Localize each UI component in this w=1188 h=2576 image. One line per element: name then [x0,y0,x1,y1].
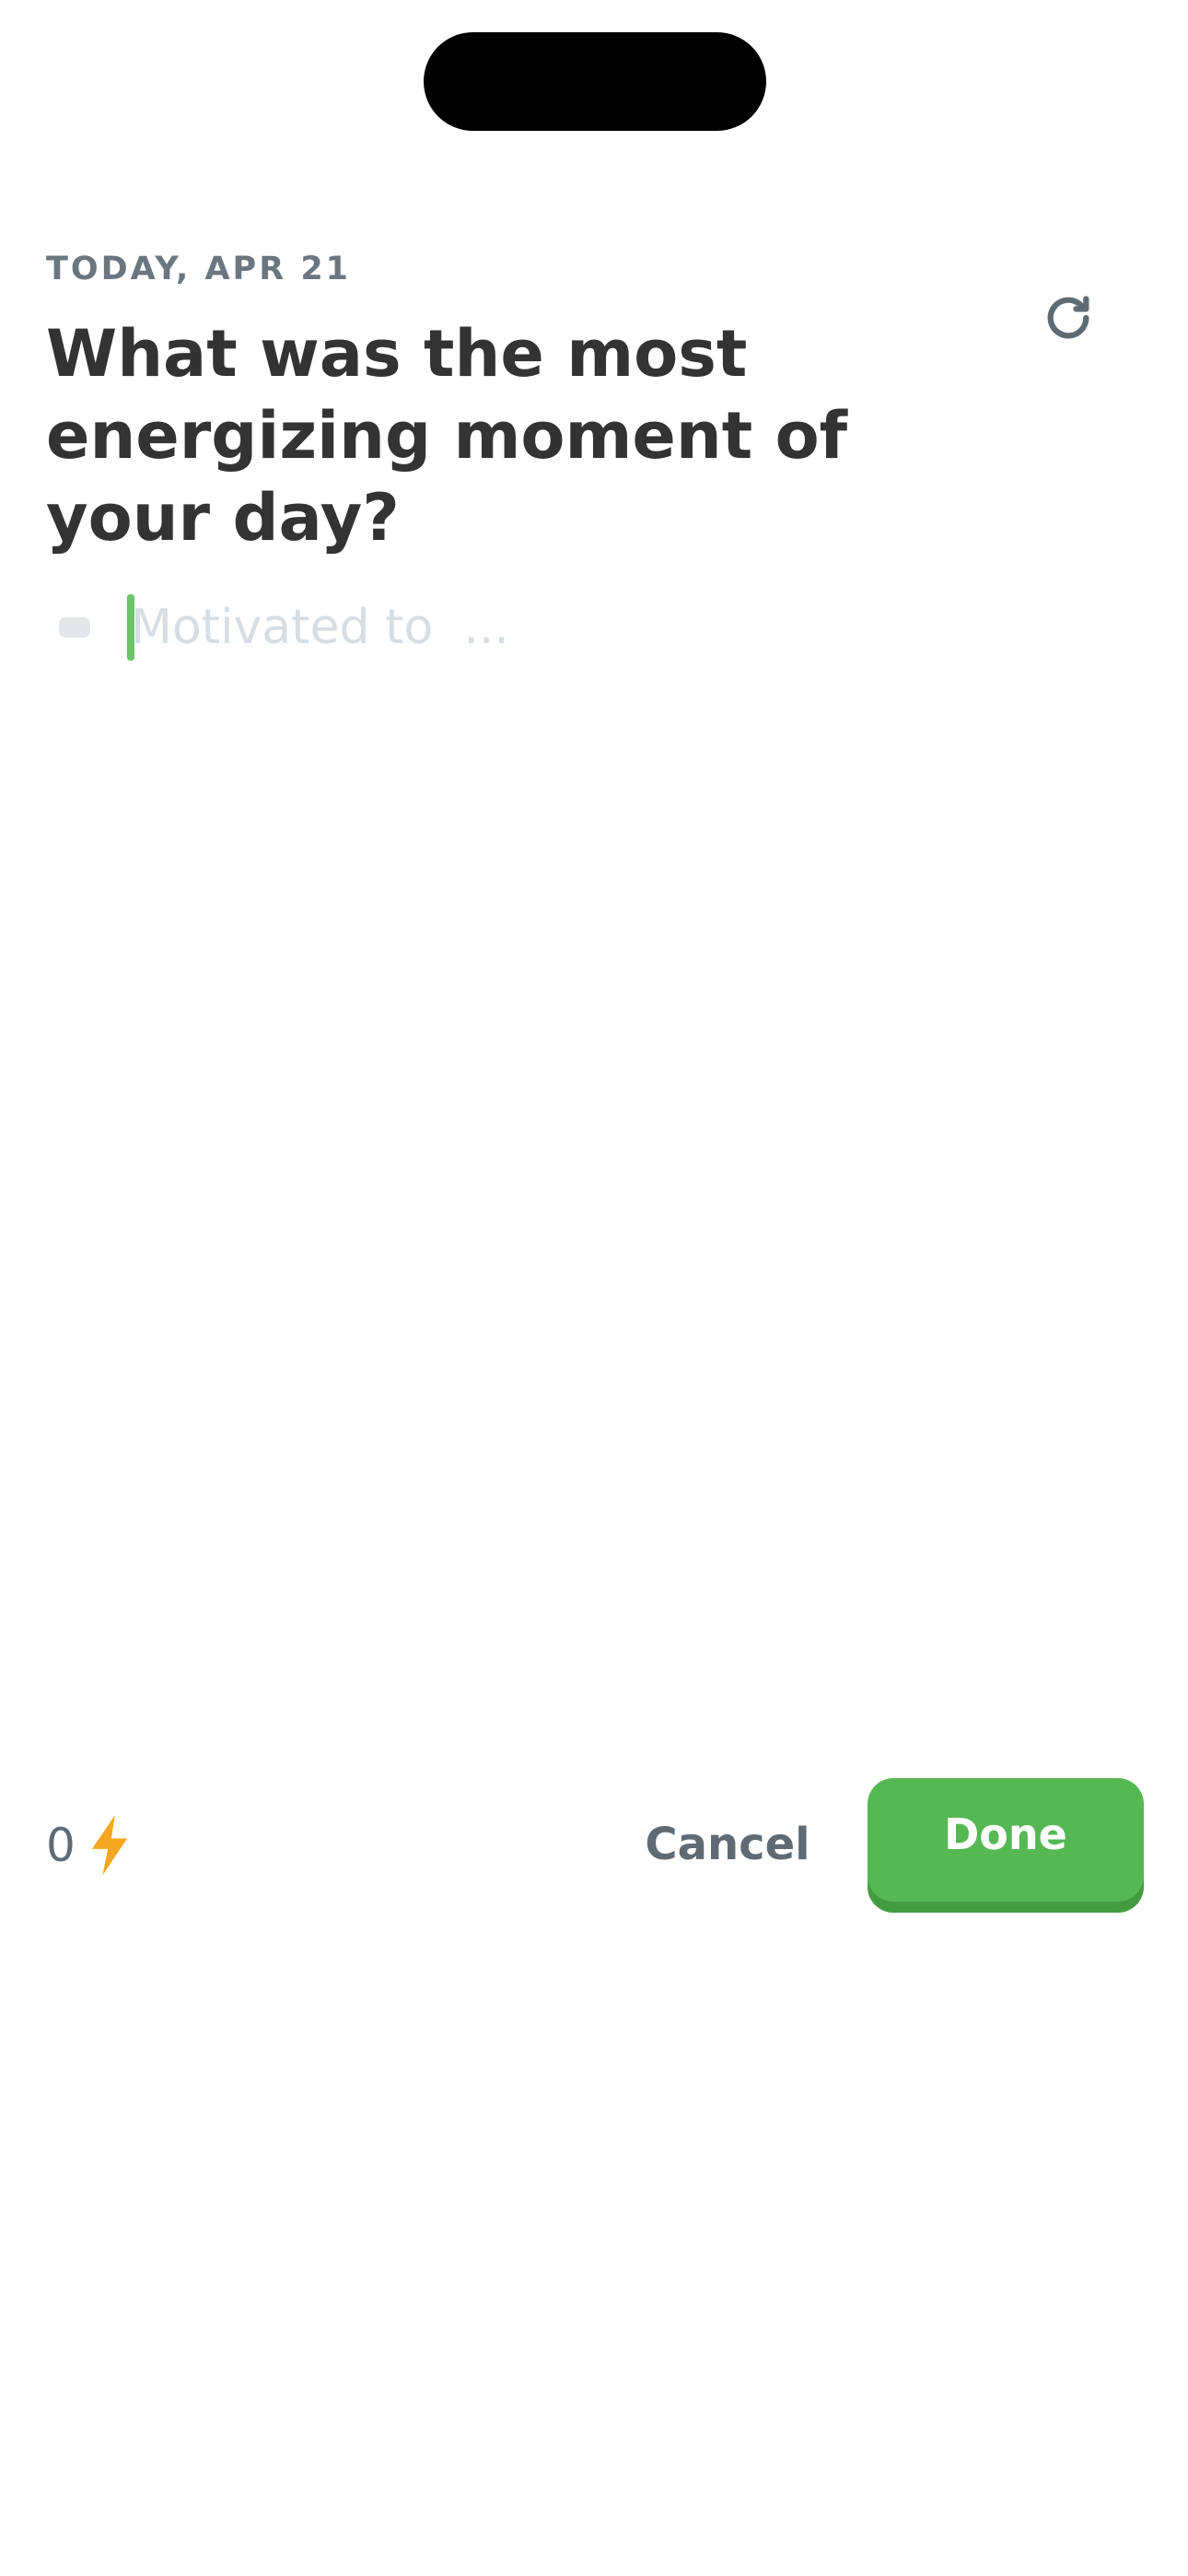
journal-entry-screen: TODAY, APR 21 What was the most energizi… [0,0,1188,2576]
entry-input[interactable] [131,590,1052,665]
energy-counter: 0 [46,1815,131,1876]
entry-row [46,590,1142,665]
done-button[interactable]: Done [868,1778,1144,1902]
refresh-prompt-button[interactable] [1036,286,1101,350]
energy-count-value: 0 [46,1819,76,1872]
lightning-bolt-icon [91,1815,127,1876]
refresh-icon [1047,296,1089,339]
dynamic-island [424,32,766,131]
date-label: TODAY, APR 21 [46,251,352,287]
prompt-question: What was the most energizing moment of y… [46,316,848,556]
cancel-button[interactable]: Cancel [635,1806,820,1883]
bullet-marker [59,617,90,638]
